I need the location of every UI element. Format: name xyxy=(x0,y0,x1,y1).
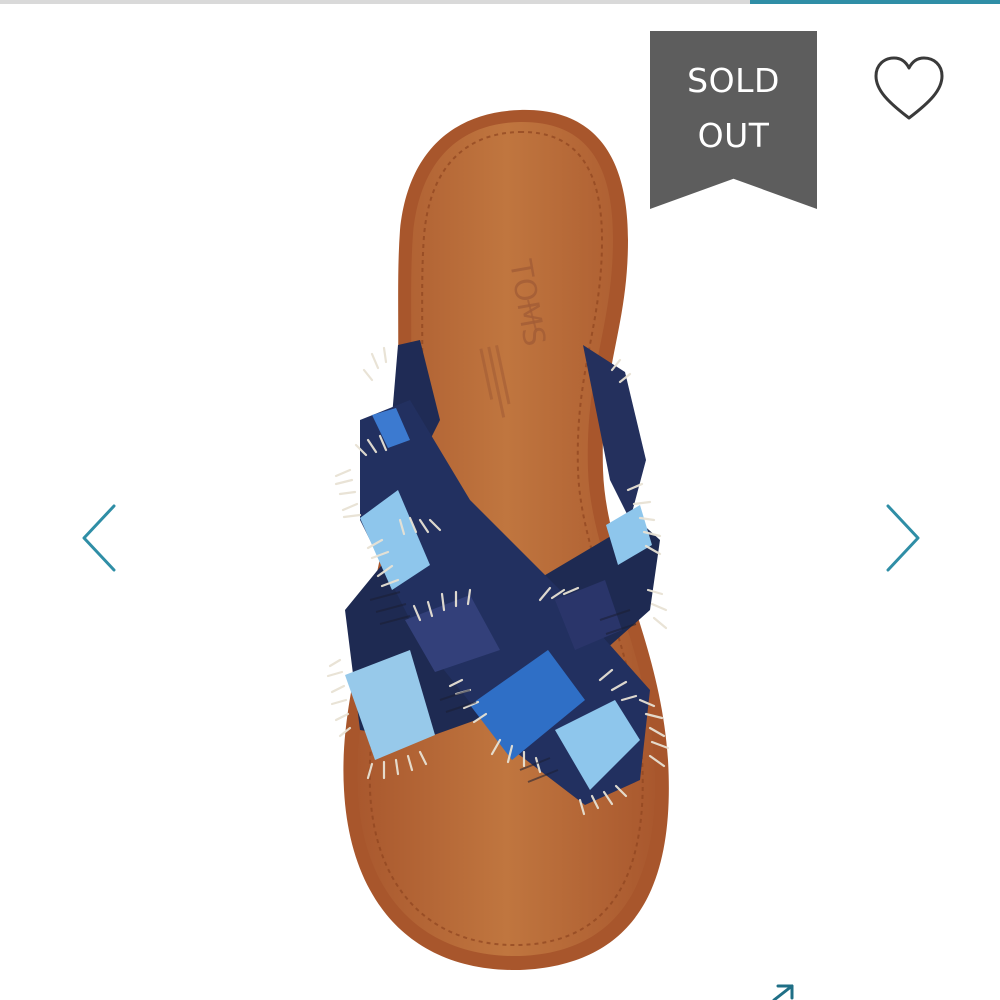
product-image[interactable]: TOMS xyxy=(0,0,1000,1000)
previous-image-button[interactable] xyxy=(76,498,122,578)
expand-image-button[interactable] xyxy=(764,980,800,1000)
favorite-button[interactable] xyxy=(868,52,950,126)
chevron-left-icon xyxy=(82,504,116,572)
arrow-up-right-icon xyxy=(772,984,794,1000)
sold-out-label: SOLD OUT xyxy=(687,61,780,155)
next-image-button[interactable] xyxy=(880,498,926,578)
heart-outline-icon xyxy=(874,56,944,120)
product-gallery: TOMS SOLD OUT xyxy=(0,0,1000,1000)
chevron-right-icon xyxy=(886,504,920,572)
